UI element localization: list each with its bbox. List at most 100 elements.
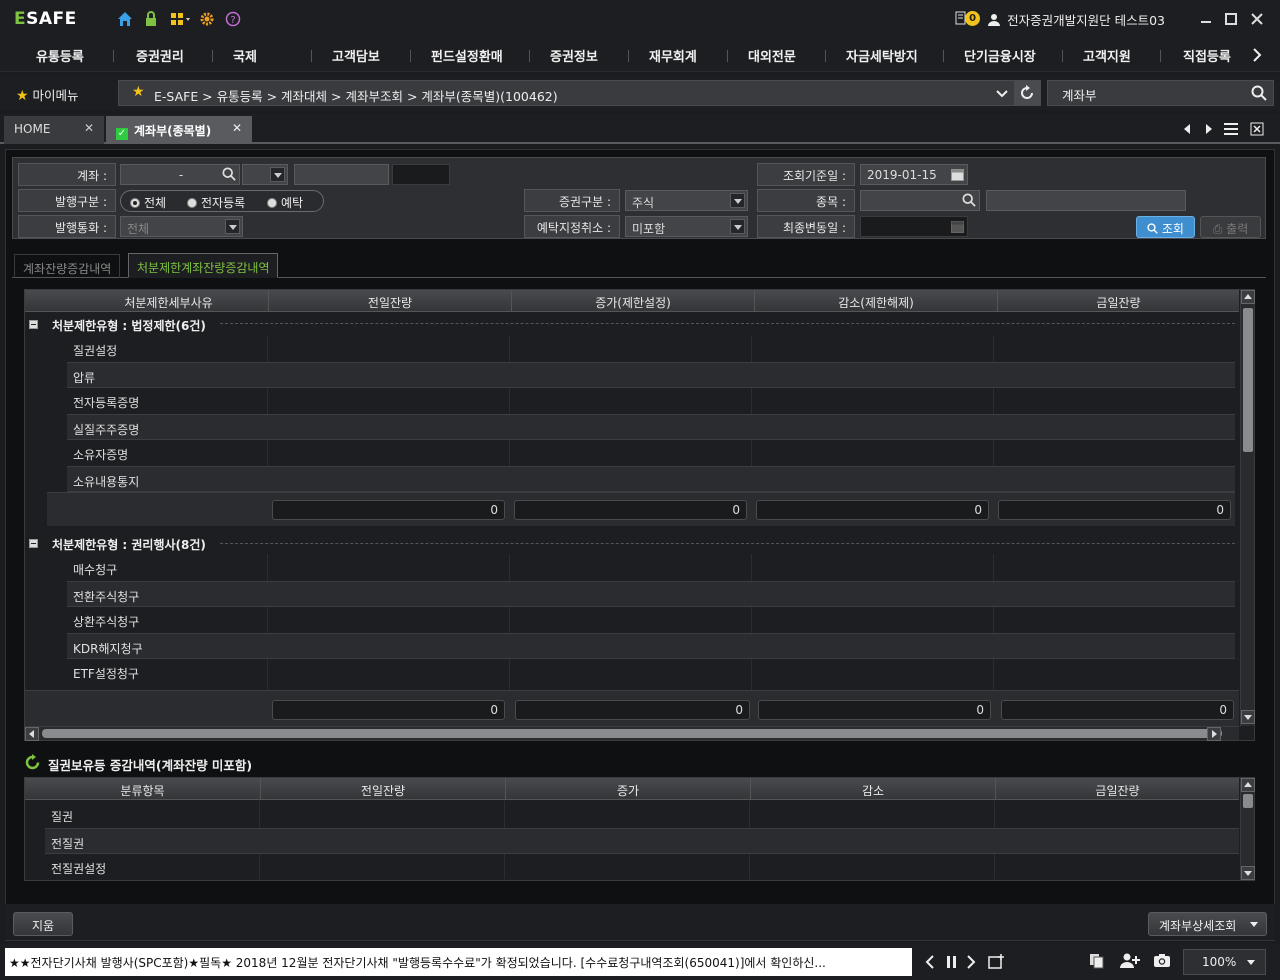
ticker-prev-icon[interactable]: [925, 955, 935, 969]
add-window-icon[interactable]: [988, 954, 1006, 970]
list-item[interactable]: 소유자증명: [67, 440, 1235, 466]
base-date-input[interactable]: 2019-01-15: [860, 164, 968, 185]
menu-item[interactable]: 펀드설정환매: [431, 46, 503, 65]
collapse-icon[interactable]: [29, 320, 38, 329]
vertical-scrollbar[interactable]: [1240, 778, 1255, 880]
menu-item[interactable]: 유통등록: [36, 46, 84, 65]
tab-prev-icon[interactable]: [1182, 123, 1192, 135]
menu-item[interactable]: 증권권리: [136, 46, 184, 65]
home-icon[interactable]: [117, 11, 133, 27]
esafe-logo[interactable]: ESAFE: [14, 9, 77, 29]
list-item[interactable]: KDR해지청구: [67, 633, 1235, 659]
chevron-down-icon[interactable]: [996, 89, 1008, 99]
grid-menu-icon[interactable]: [170, 11, 192, 27]
radio-electronic[interactable]: 전자등록: [187, 194, 245, 211]
minimize-icon[interactable]: [1199, 12, 1213, 26]
table-row[interactable]: 질권: [45, 802, 1239, 828]
add-favorite-icon[interactable]: ★: [132, 84, 145, 100]
list-item[interactable]: 질권설정: [67, 336, 1235, 362]
list-item[interactable]: 매수청구: [67, 555, 1235, 581]
scroll-down-icon[interactable]: [1241, 710, 1255, 724]
item-code-input[interactable]: [860, 190, 980, 211]
table-row[interactable]: 전질권: [45, 828, 1239, 854]
scroll-thumb[interactable]: [1243, 794, 1253, 808]
list-item[interactable]: 소유내용통지: [67, 466, 1235, 492]
notice-ticker[interactable]: ★★전자단기사채 발행사(SPC포함)★필독★ 2018년 12월분 전자단기사…: [5, 948, 912, 976]
scroll-thumb[interactable]: [1243, 308, 1253, 452]
scroll-left-icon[interactable]: [25, 727, 39, 741]
collapse-icon[interactable]: [29, 539, 38, 548]
table-row[interactable]: 전질권설정: [45, 854, 1239, 880]
zoom-select[interactable]: 100%: [1183, 949, 1266, 975]
refresh-icon[interactable]: [24, 754, 41, 771]
radio-all[interactable]: 전체: [130, 194, 166, 211]
my-menu-button[interactable]: ★ 마이메뉴: [16, 85, 79, 104]
scroll-up-icon[interactable]: [1241, 778, 1255, 792]
scroll-thumb[interactable]: [42, 729, 1222, 738]
close-icon[interactable]: [1250, 12, 1264, 26]
vertical-scrollbar[interactable]: [1240, 290, 1255, 726]
notification-icon[interactable]: 0: [955, 11, 981, 28]
scroll-right-icon[interactable]: [1207, 727, 1221, 741]
copy-icon[interactable]: [1089, 953, 1105, 969]
add-user-icon[interactable]: [1120, 952, 1140, 969]
main-menu: 유통등록 증권권리 국제 고객담보 펀드설정환매 증권정보 재무회계 대외전문 …: [0, 38, 1280, 72]
account-sub-select[interactable]: [242, 164, 288, 185]
calendar-icon[interactable]: [951, 168, 964, 181]
list-item[interactable]: ETF설정청구: [67, 659, 1235, 685]
ticker-next-icon[interactable]: [966, 955, 976, 969]
menu-item[interactable]: 국제: [233, 46, 257, 65]
list-item[interactable]: 실질주주증명: [67, 414, 1235, 440]
menu-item[interactable]: 단기금융시장: [964, 46, 1036, 65]
menu-item[interactable]: 자금세탁방지: [846, 46, 918, 65]
currency-select[interactable]: 전체: [120, 216, 243, 237]
list-item[interactable]: 전자등록증명: [67, 388, 1235, 414]
camera-icon[interactable]: [1153, 953, 1171, 968]
sec-type-select[interactable]: 주식: [625, 190, 748, 211]
tab-home[interactable]: HOME ✕: [4, 116, 104, 144]
maximize-icon[interactable]: [1224, 12, 1238, 26]
close-tab-icon[interactable]: ✕: [232, 121, 242, 135]
list-item[interactable]: 전환주식청구: [67, 581, 1235, 607]
tab-account-ledger[interactable]: ✓ 계좌부(종목별) ✕: [106, 116, 252, 144]
list-item[interactable]: 압류: [67, 362, 1235, 388]
clear-button[interactable]: 지움: [13, 912, 73, 936]
caret-down-icon: [1247, 960, 1255, 965]
search-icon[interactable]: [962, 193, 976, 207]
menu-item[interactable]: 직접등록: [1183, 46, 1231, 65]
scroll-up-icon[interactable]: [1241, 290, 1255, 304]
pause-icon[interactable]: [946, 955, 958, 969]
lock-icon[interactable]: [143, 11, 159, 27]
list-item[interactable]: 상환주식청구: [67, 607, 1235, 633]
menu-item[interactable]: 증권정보: [550, 46, 598, 65]
search-icon[interactable]: [1251, 85, 1267, 101]
menu-item[interactable]: 재무회계: [649, 46, 697, 65]
last-change-date-input[interactable]: [860, 216, 968, 237]
print-button[interactable]: ⎙ 출력: [1200, 216, 1261, 238]
menu-search-input[interactable]: 계좌부: [1047, 80, 1274, 106]
close-tab-icon[interactable]: ✕: [84, 121, 94, 135]
horizontal-scrollbar[interactable]: [25, 726, 1239, 741]
column-header: 금일잔량: [997, 290, 1239, 312]
tab-list-icon[interactable]: [1223, 122, 1239, 136]
menu-next-icon[interactable]: [1252, 48, 1262, 62]
account-input[interactable]: -: [120, 164, 240, 185]
refresh-button[interactable]: [1014, 81, 1040, 105]
deposit-cancel-select[interactable]: 미포함: [625, 216, 748, 237]
scroll-down-icon[interactable]: [1241, 866, 1255, 880]
calendar-icon[interactable]: [951, 220, 964, 233]
radio-deposit[interactable]: 예탁: [267, 194, 303, 211]
gear-icon[interactable]: [199, 11, 215, 27]
help-icon[interactable]: ?: [225, 11, 241, 27]
account-detail-dropdown[interactable]: 계좌부상세조회: [1148, 912, 1267, 936]
inner-tab-restricted[interactable]: 처분제한계좌잔량증감내역: [128, 253, 279, 278]
menu-item[interactable]: 대외전문: [748, 46, 796, 65]
tab-next-icon[interactable]: [1204, 123, 1214, 135]
search-button[interactable]: 조회: [1136, 216, 1195, 238]
menu-item[interactable]: 고객지원: [1083, 46, 1131, 65]
search-icon[interactable]: [222, 167, 236, 181]
inner-tab-balance[interactable]: 계좌잔량증감내역: [14, 254, 121, 278]
menu-item[interactable]: 고객담보: [332, 46, 380, 65]
close-all-tabs-icon[interactable]: [1250, 122, 1264, 136]
breadcrumb[interactable]: ★ E-SAFE > 유통등록 > 계좌대체 > 계좌부조회 > 계좌부(종목별…: [118, 80, 1041, 106]
